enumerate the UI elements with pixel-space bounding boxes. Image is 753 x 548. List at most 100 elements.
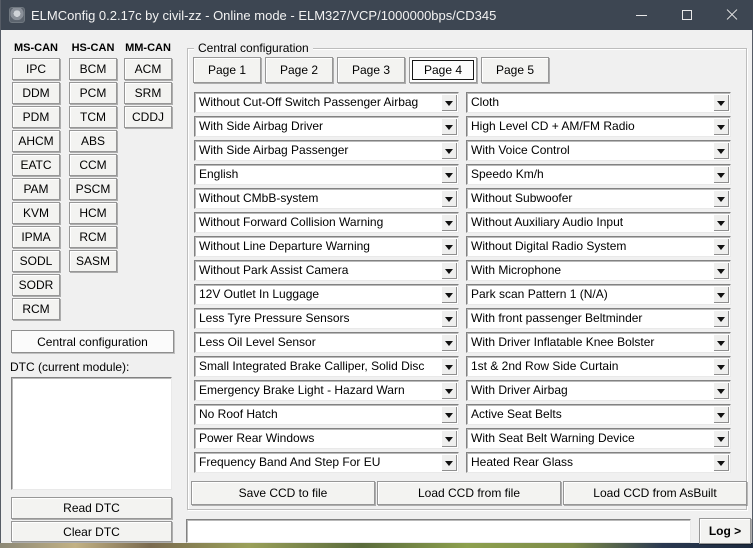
dropdown-arrow-button[interactable] [441,190,457,207]
close-button[interactable] [709,0,753,30]
dropdown-arrow-button[interactable] [713,406,729,423]
dropdown-arrow-button[interactable] [441,310,457,327]
module-button-cddj[interactable]: CDDJ [124,106,172,128]
tab-page-3[interactable]: Page 3 [337,57,405,83]
dropdown-arrow-button[interactable] [713,166,729,183]
config-dropdown[interactable]: Small Integrated Brake Calliper, Solid D… [194,356,459,377]
module-button-sasm[interactable]: SASM [69,250,117,272]
maximize-button[interactable] [664,0,709,30]
config-dropdown[interactable]: Without Line Departure Warning [194,236,459,257]
config-dropdown[interactable]: High Level CD + AM/FM Radio [466,116,731,137]
module-button-abs[interactable]: ABS [69,130,117,152]
config-dropdown[interactable]: Without Forward Collision Warning [194,212,459,233]
config-dropdown[interactable]: With Driver Airbag [466,380,731,401]
module-button-kvm[interactable]: KVM [12,202,60,224]
config-dropdown[interactable]: Less Oil Level Sensor [194,332,459,353]
dropdown-arrow-button[interactable] [441,430,457,447]
dropdown-arrow-button[interactable] [713,214,729,231]
config-dropdown[interactable]: With front passenger Beltminder [466,308,731,329]
config-dropdown[interactable]: With Driver Inflatable Knee Bolster [466,332,731,353]
config-dropdown[interactable]: With Side Airbag Driver [194,116,459,137]
dropdown-arrow-button[interactable] [713,334,729,351]
config-dropdown[interactable]: Active Seat Belts [466,404,731,425]
module-button-ahcm[interactable]: AHCM [12,130,60,152]
dropdown-arrow-button[interactable] [441,358,457,375]
load-ccd-from-file-button[interactable]: Load CCD from file [377,481,561,505]
dropdown-arrow-button[interactable] [713,142,729,159]
dropdown-arrow-button[interactable] [441,262,457,279]
load-ccd-from-asbuilt-button[interactable]: Load CCD from AsBuilt [563,481,747,505]
dropdown-arrow-button[interactable] [713,430,729,447]
tab-page-2[interactable]: Page 2 [265,57,333,83]
config-dropdown[interactable]: Heated Rear Glass [466,452,731,473]
dropdown-arrow-button[interactable] [441,166,457,183]
config-dropdown[interactable]: Without Digital Radio System [466,236,731,257]
central-configuration-button[interactable]: Central configuration [11,330,174,353]
config-dropdown[interactable]: Without CMbB-system [194,188,459,209]
dropdown-arrow-button[interactable] [713,94,729,111]
dropdown-arrow-button[interactable] [713,262,729,279]
clear-dtc-button[interactable]: Clear DTC [11,521,172,542]
module-button-ccm[interactable]: CCM [69,154,117,176]
config-dropdown[interactable]: No Roof Hatch [194,404,459,425]
config-dropdown[interactable]: Emergency Brake Light - Hazard Warn [194,380,459,401]
dropdown-arrow-button[interactable] [441,94,457,111]
config-dropdown[interactable]: Park scan Pattern 1 (N/A) [466,284,731,305]
module-button-srm[interactable]: SRM [124,82,172,104]
dropdown-arrow-button[interactable] [713,286,729,303]
dropdown-arrow-button[interactable] [713,310,729,327]
module-button-rcm[interactable]: RCM [12,298,60,320]
module-button-pscm[interactable]: PSCM [69,178,117,200]
module-button-acm[interactable]: ACM [124,58,172,80]
module-button-pam[interactable]: PAM [12,178,60,200]
module-button-pcm[interactable]: PCM [69,82,117,104]
dropdown-arrow-button[interactable] [713,118,729,135]
config-dropdown[interactable]: Power Rear Windows [194,428,459,449]
config-dropdown[interactable]: Without Auxiliary Audio Input [466,212,731,233]
dropdown-arrow-button[interactable] [713,454,729,471]
config-dropdown[interactable]: 1st & 2nd Row Side Curtain [466,356,731,377]
config-dropdown[interactable]: With Microphone [466,260,731,281]
dropdown-arrow-button[interactable] [441,454,457,471]
config-dropdown[interactable]: 12V Outlet In Luggage [194,284,459,305]
dropdown-arrow-button[interactable] [441,382,457,399]
save-ccd-to-file-button[interactable]: Save CCD to file [191,481,375,505]
config-dropdown[interactable]: Without Park Assist Camera [194,260,459,281]
dropdown-arrow-button[interactable] [441,238,457,255]
module-button-tcm[interactable]: TCM [69,106,117,128]
dropdown-arrow-button[interactable] [441,118,457,135]
minimize-button[interactable] [619,0,664,30]
tab-page-1[interactable]: Page 1 [193,57,261,83]
dropdown-arrow-button[interactable] [713,382,729,399]
module-button-sodr[interactable]: SODR [12,274,60,296]
dropdown-arrow-button[interactable] [441,334,457,351]
dropdown-arrow-button[interactable] [713,238,729,255]
config-dropdown[interactable]: Speedo Km/h [466,164,731,185]
config-dropdown[interactable]: With Seat Belt Warning Device [466,428,731,449]
config-dropdown[interactable]: With Side Airbag Passenger [194,140,459,161]
module-button-ddm[interactable]: DDM [12,82,60,104]
dropdown-arrow-button[interactable] [713,358,729,375]
module-button-rcm[interactable]: RCM [69,226,117,248]
dropdown-arrow-button[interactable] [441,286,457,303]
read-dtc-button[interactable]: Read DTC [11,497,172,519]
module-button-hcm[interactable]: HCM [69,202,117,224]
log-button[interactable]: Log > [699,518,751,544]
config-dropdown[interactable]: Frequency Band And Step For EU [194,452,459,473]
config-dropdown[interactable]: With Voice Control [466,140,731,161]
dropdown-arrow-button[interactable] [441,214,457,231]
dropdown-arrow-button[interactable] [441,142,457,159]
dropdown-arrow-button[interactable] [441,406,457,423]
module-button-sodl[interactable]: SODL [12,250,60,272]
config-dropdown[interactable]: Without Subwoofer [466,188,731,209]
config-dropdown[interactable]: English [194,164,459,185]
module-button-ipma[interactable]: IPMA [12,226,60,248]
module-button-bcm[interactable]: BCM [69,58,117,80]
tab-page-5[interactable]: Page 5 [481,57,549,83]
dtc-textarea[interactable] [11,377,172,490]
module-button-eatc[interactable]: EATC [12,154,60,176]
config-dropdown[interactable]: Cloth [466,92,731,113]
module-button-pdm[interactable]: PDM [12,106,60,128]
dropdown-arrow-button[interactable] [713,190,729,207]
config-dropdown[interactable]: Without Cut-Off Switch Passenger Airbag [194,92,459,113]
